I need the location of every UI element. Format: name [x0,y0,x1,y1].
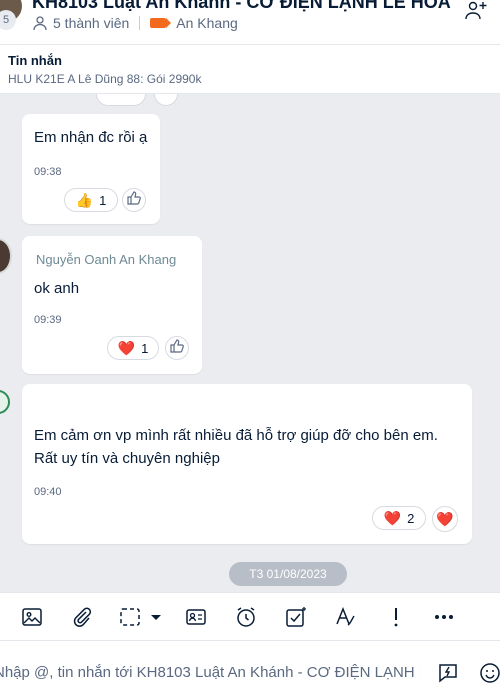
message-bubble[interactable]: Em cảm ơn vp mình rất nhiều đã hỗ trợ gi… [22,384,472,544]
pinned-title: Tin nhắn [8,53,62,68]
add-reaction-button[interactable] [165,336,189,360]
important-icon[interactable] [384,605,408,629]
date-separator: T3 01/08/2023 [229,562,347,586]
avatar-count-badge: 5 [0,10,16,30]
add-member-icon[interactable] [464,0,488,20]
conversation-tag[interactable]: An Khang [176,15,238,31]
conversation-meta: 5 thành viên An Khang [32,15,238,31]
message-text: Rất uy tín và chuyên nghiệp [34,450,220,467]
reminder-icon[interactable] [234,605,258,629]
thumbs-up-icon: 👍 [75,191,94,208]
members-count[interactable]: 5 thành viên [53,15,129,31]
reaction-count: 1 [141,340,149,356]
more-icon[interactable] [432,605,456,629]
reaction-badge[interactable]: ❤️ 1 [107,336,159,360]
quick-message-icon[interactable] [436,661,460,685]
reaction-badge[interactable] [96,94,146,106]
screenshot-icon[interactable] [118,605,142,629]
heart-icon: ❤️ [383,509,402,526]
like-outline-icon [169,338,185,359]
emoji-icon[interactable] [478,661,500,685]
composer-toolbar [0,592,500,640]
divider [139,16,141,30]
heart-icon: ❤️ [436,510,454,527]
message-text: Em nhận đc rồi ạ [34,129,148,146]
composer [0,640,500,700]
sender-avatar[interactable] [0,390,10,414]
tag-icon [150,18,172,28]
sender-avatar[interactable] [0,238,12,274]
image-icon[interactable] [20,605,44,629]
message-bubble[interactable]: Em nhận đc rồi ạ 09:38 👍 1 [22,114,160,224]
sender-name[interactable]: Nguyễn Oanh An Khang [36,252,176,267]
reaction-badge[interactable]: 👍 1 [64,188,118,212]
message-bubble[interactable]: Nguyễn Oanh An Khang ok anh 09:39 ❤️ 1 [22,236,202,374]
message-time: 09:40 [34,486,62,498]
task-icon[interactable] [284,605,308,629]
reaction-count: 2 [407,510,415,526]
pinned-message-bar[interactable]: Tin nhắn HLU K21E A Lê Dũng 88: Gói 2990… [0,44,500,94]
message-text: Em cảm ơn vp mình rất nhiều đã hỗ trợ gi… [34,427,438,444]
message-time: 09:38 [34,166,62,178]
conversation-header: 5 KH8103 Luật An Khánh - CƠ ĐIỆN LẠNH LÊ… [0,0,500,44]
message-time: 09:39 [34,314,62,326]
attachment-icon[interactable] [70,605,94,629]
quick-heart-button[interactable]: ❤️ [432,506,458,532]
message-input[interactable] [0,659,420,685]
reaction-count: 1 [99,192,107,208]
dropdown-icon[interactable] [144,605,161,629]
pinned-content: HLU K21E A Lê Dũng 88: Gói 2990k [8,72,202,86]
chat-window: 5 KH8103 Luật An Khánh - CƠ ĐIỆN LẠNH LÊ… [0,0,500,700]
heart-icon: ❤️ [117,339,136,356]
like-outline-icon [126,190,142,211]
reaction-badge[interactable]: ❤️ 2 [372,506,426,530]
text-format-icon[interactable] [334,605,358,629]
contact-card-icon[interactable] [184,605,208,629]
add-reaction-button[interactable] [154,94,178,106]
members-icon[interactable] [32,15,48,31]
message-text: ok anh [34,280,80,297]
message-list[interactable]: Em nhận đc rồi ạ 09:38 👍 1 Nguyễn Oanh A… [0,94,500,592]
conversation-title[interactable]: KH8103 Luật An Khánh - CƠ ĐIỆN LẠNH LÊ H… [32,0,451,13]
add-reaction-button[interactable] [122,188,146,212]
